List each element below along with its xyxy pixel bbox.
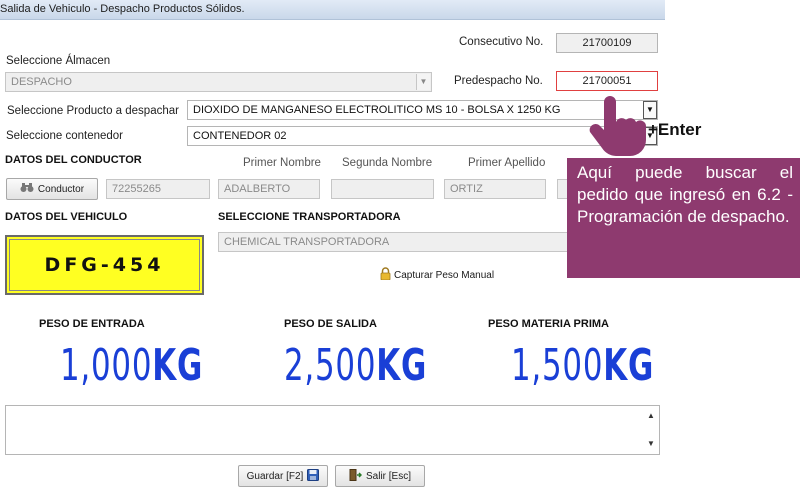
peso-salida-number: 2,500 [284,340,377,391]
scroll-up-icon[interactable]: ▲ [644,408,658,424]
floppy-disk-icon [307,468,320,484]
consecutivo-field: 21700109 [556,33,658,53]
segundo-nombre-field [331,179,434,199]
primer-nombre-field: ADALBERTO [218,179,320,199]
conductor-button-label: Conductor [37,183,85,195]
peso-salida-label: PESO DE SALIDA [284,318,377,330]
peso-entrada-number: 1,000 [60,340,153,391]
guardar-button[interactable]: Guardar [F2] [238,465,328,487]
peso-entrada-unit: KG [152,340,204,391]
producto-label: Seleccione Producto a despachar [7,105,179,117]
peso-entrada-value: 1,000KG [60,340,203,391]
capturar-peso-label: Capturar Peso Manual [394,269,495,281]
producto-value: DIOXIDO DE MANGANESO ELECTROLITICO MS 10… [193,104,561,116]
primer-nombre-label: Primer Nombre [243,157,321,169]
capturar-peso-link[interactable]: Capturar Peso Manual [380,267,494,283]
almacen-value: DESPACHO [11,76,72,88]
license-plate: DFG-454 [5,235,204,295]
peso-salida-value: 2,500KG [284,340,427,391]
peso-entrada-label: PESO DE ENTRADA [39,318,145,330]
enter-annotation: +Enter [648,120,702,139]
conductor-section-title: DATOS DEL CONDUCTOR [5,154,142,166]
peso-salida-unit: KG [376,340,428,391]
peso-materia-prima-label: PESO MATERIA PRIMA [488,318,610,330]
lock-icon [380,267,391,283]
vehiculo-section-title: DATOS DEL VEHICULO [5,211,128,223]
observaciones-textarea[interactable]: ▲ ▼ [5,405,660,455]
contenedor-label: Seleccione contenedor [6,130,123,142]
scroll-down-icon[interactable]: ▼ [644,436,658,452]
transportadora-label: SELECCIONE TRANSPORTADORA [218,211,401,223]
segundo-nombre-label: Segunda Nombre [342,157,433,169]
help-callout: Aquí puede buscar el pedido que ingresó … [567,158,800,278]
exit-door-icon [349,468,363,484]
conductor-button[interactable]: Conductor [6,178,98,200]
contenedor-value: CONTENEDOR 02 [193,130,287,142]
pointing-hand-icon [586,96,648,161]
salir-button[interactable]: Salir [Esc] [335,465,425,487]
transportadora-select[interactable]: CHEMICAL TRANSPORTADORA [218,232,568,252]
consecutivo-label: Consecutivo No. [459,36,544,48]
salir-button-label: Salir [Esc] [365,470,411,482]
predespacho-input[interactable]: 21700051 [556,71,658,91]
dropdown-arrow-icon[interactable]: ▼ [416,74,430,90]
primer-apellido-label: Primer Apellido [468,157,546,169]
primer-apellido-field: ORTIZ [444,179,546,199]
peso-materia-prima-value: 1,500KG [511,340,654,391]
almacen-select[interactable]: DESPACHO ▼ [5,72,432,92]
predespacho-label: Predespacho No. [454,75,543,87]
almacen-label: Seleccione Álmacen [6,55,111,67]
conductor-id-field: 72255265 [106,179,210,199]
peso-materia-prima-unit: KG [603,340,655,391]
peso-materia-prima-number: 1,500 [511,340,604,391]
window-titlebar: Salida de Vehiculo - Despacho Productos … [0,0,665,20]
binoculars-icon [20,182,34,196]
guardar-button-label: Guardar [F2] [246,470,304,482]
window-title: Salida de Vehiculo - Despacho Productos … [0,3,245,15]
